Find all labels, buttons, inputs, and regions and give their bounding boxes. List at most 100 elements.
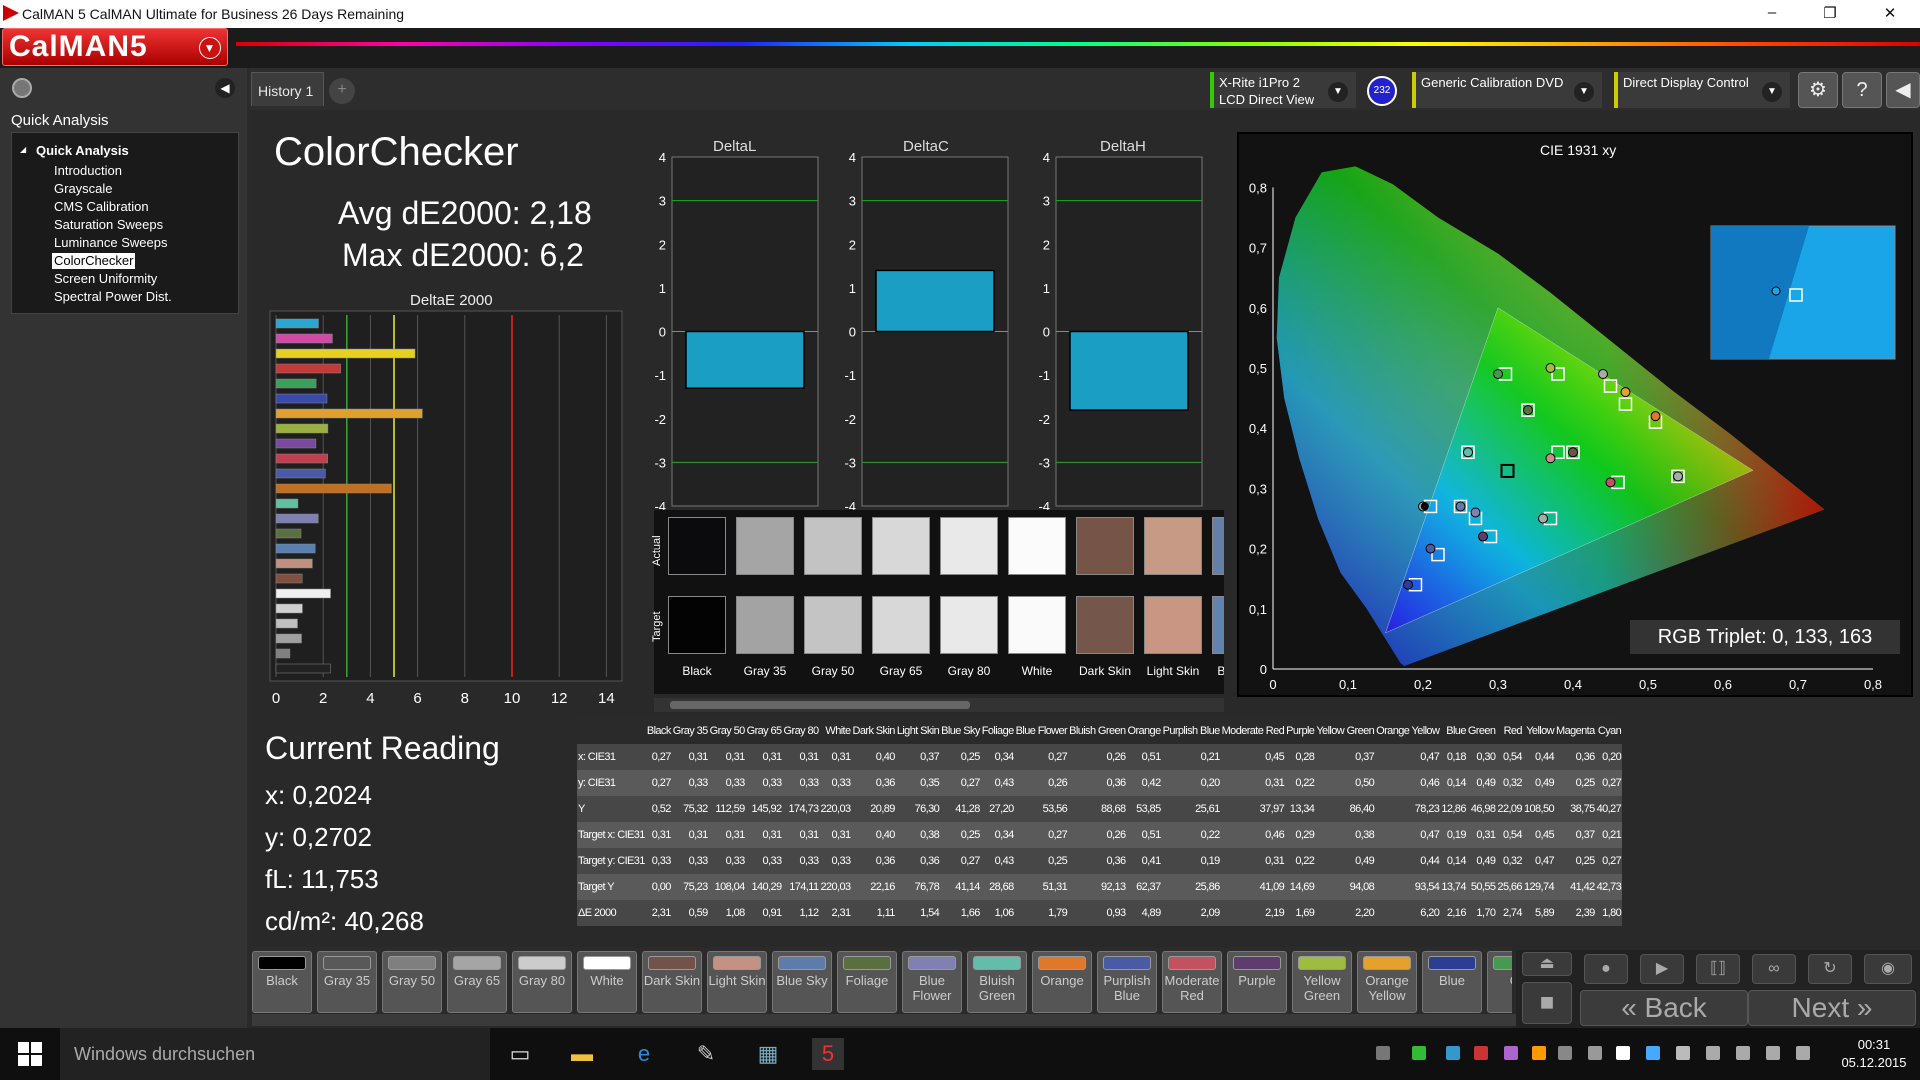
y-tick-label: 4 bbox=[849, 150, 856, 165]
tray-icon-1[interactable] bbox=[1376, 1046, 1390, 1060]
actual-marker bbox=[1605, 477, 1616, 488]
read-series-icon[interactable]: ⟦⟧ bbox=[1696, 954, 1740, 984]
sidebar-item-grayscale[interactable]: Grayscale bbox=[52, 181, 115, 197]
chevron-down-icon[interactable]: ▼ bbox=[1328, 82, 1348, 102]
collapse-right-icon[interactable]: ◀ bbox=[1886, 72, 1920, 108]
patch-button[interactable]: Foliage bbox=[837, 951, 897, 1013]
keyboard-icon[interactable] bbox=[1766, 1046, 1780, 1060]
volume-icon[interactable] bbox=[1736, 1046, 1750, 1060]
patch-button[interactable]: Purplish Blue bbox=[1097, 951, 1157, 1013]
restore-icon[interactable]: ❐ bbox=[1820, 4, 1840, 22]
stop-square-icon[interactable]: ■ bbox=[1522, 982, 1572, 1024]
patch-strip-scrollbar[interactable] bbox=[252, 1014, 1516, 1026]
patch-button[interactable]: Moderate Red bbox=[1162, 951, 1222, 1013]
tray-icon-6[interactable] bbox=[1532, 1046, 1546, 1060]
patch-button[interactable]: Blue Flower bbox=[902, 951, 962, 1013]
table-cell: 22,09 bbox=[1496, 796, 1523, 822]
table-header: Moderate Red bbox=[1220, 718, 1286, 744]
patch-color-chip bbox=[258, 956, 306, 970]
windows-start-icon[interactable] bbox=[18, 1042, 42, 1066]
table-cell: 0,31 bbox=[645, 822, 672, 848]
patch-button[interactable]: Gray 65 bbox=[447, 951, 507, 1013]
patch-label: Dark Skin bbox=[643, 973, 701, 988]
patch-button[interactable]: Orange Yellow bbox=[1357, 951, 1417, 1013]
sidebar-item-introduction[interactable]: Introduction bbox=[52, 163, 124, 179]
patch-button[interactable]: Yellow Green bbox=[1292, 951, 1352, 1013]
paint-app-icon[interactable]: ✎ bbox=[690, 1038, 722, 1070]
taskbar-search[interactable]: Windows durchsuchen bbox=[60, 1028, 490, 1080]
eject-icon[interactable]: ⏏ bbox=[1522, 952, 1572, 976]
chevron-down-icon[interactable]: ▼ bbox=[1574, 82, 1594, 102]
help-icon[interactable]: ? bbox=[1842, 72, 1882, 108]
table-cell: 13,34 bbox=[1285, 796, 1316, 822]
chevron-down-icon[interactable]: ▼ bbox=[1762, 82, 1782, 102]
next-button[interactable]: Next » bbox=[1748, 990, 1916, 1026]
record-icon[interactable]: ◉ bbox=[1864, 954, 1912, 984]
stop-icon[interactable]: ● bbox=[1584, 954, 1628, 984]
patch-button[interactable]: Black bbox=[252, 951, 312, 1013]
sidebar-item-saturation-sweeps[interactable]: Saturation Sweeps bbox=[52, 217, 165, 233]
calculator-app-icon[interactable]: ▦ bbox=[752, 1038, 784, 1070]
tray-icon-7[interactable] bbox=[1558, 1046, 1572, 1060]
patch-button[interactable]: Purple bbox=[1227, 951, 1287, 1013]
sidebar-item-screen-uniformity[interactable]: Screen Uniformity bbox=[52, 271, 159, 287]
edge-browser-icon[interactable]: e bbox=[628, 1038, 660, 1070]
table-cell: 0,49 bbox=[1466, 770, 1497, 796]
collapse-left-icon[interactable]: ◀ bbox=[215, 78, 235, 98]
tree-expand-icon[interactable]: ◢ bbox=[20, 145, 26, 154]
tree-root[interactable]: Quick Analysis bbox=[36, 143, 129, 158]
display-selector[interactable]: Direct Display Control ▼ bbox=[1614, 72, 1790, 108]
settings-gear-icon[interactable]: ⚙ bbox=[1798, 72, 1838, 108]
meter-reading-badge[interactable]: 232 bbox=[1367, 76, 1397, 106]
sidebar-item-spectral-power[interactable]: Spectral Power Dist. bbox=[52, 289, 174, 305]
tray-icon-5[interactable] bbox=[1504, 1046, 1518, 1060]
display-name: Direct Display Control bbox=[1623, 75, 1749, 90]
back-button[interactable]: « Back bbox=[1580, 990, 1748, 1026]
tray-icon-10[interactable] bbox=[1646, 1046, 1660, 1060]
network-icon[interactable] bbox=[1706, 1046, 1720, 1060]
scroll-thumb[interactable] bbox=[670, 701, 970, 709]
notification-icon[interactable] bbox=[1796, 1046, 1810, 1060]
meter-selector[interactable]: X-Rite i1Pro 2 LCD Direct View ▼ bbox=[1210, 72, 1356, 108]
calman-taskbar-icon[interactable]: 5 bbox=[812, 1038, 844, 1070]
patch-button[interactable]: Light Skin bbox=[707, 951, 767, 1013]
chevron-down-icon[interactable]: ▼ bbox=[199, 37, 221, 59]
tray-icon-8[interactable] bbox=[1588, 1046, 1602, 1060]
status-dot-icon[interactable] bbox=[12, 78, 32, 98]
patch-button[interactable]: Gr bbox=[1487, 951, 1512, 1013]
tray-icon-4[interactable] bbox=[1474, 1046, 1488, 1060]
calman-logo-menu[interactable]: CalMAN5 ▼ bbox=[2, 28, 228, 66]
task-view-icon[interactable]: ▭ bbox=[504, 1038, 536, 1070]
tab-history-1[interactable]: History 1 bbox=[251, 72, 324, 106]
close-icon[interactable]: ✕ bbox=[1880, 4, 1900, 22]
continuous-icon[interactable]: ∞ bbox=[1752, 954, 1796, 984]
patch-button[interactable]: Gray 80 bbox=[512, 951, 572, 1013]
tray-icon-9[interactable] bbox=[1616, 1046, 1630, 1060]
sidebar-item-colorchecker[interactable]: ColorChecker bbox=[52, 253, 136, 269]
file-explorer-icon[interactable]: ▬ bbox=[566, 1038, 598, 1070]
patch-button[interactable]: Blue Sky bbox=[772, 951, 832, 1013]
patch-button[interactable]: Blue bbox=[1422, 951, 1482, 1013]
play-icon[interactable]: ▶ bbox=[1640, 954, 1684, 984]
minimize-icon[interactable]: – bbox=[1762, 4, 1782, 21]
refresh-icon[interactable]: ↻ bbox=[1808, 954, 1852, 984]
patch-button[interactable]: Gray 35 bbox=[317, 951, 377, 1013]
back-label: Back bbox=[1644, 992, 1707, 1023]
add-tab-button[interactable]: + bbox=[329, 78, 355, 104]
swatch-scrollbar[interactable] bbox=[654, 698, 1224, 712]
tray-icon-2[interactable] bbox=[1412, 1046, 1426, 1060]
y-tick-label: -1 bbox=[1038, 368, 1050, 383]
sidebar-item-cms-calibration[interactable]: CMS Calibration bbox=[52, 199, 151, 215]
tray-icon-3[interactable] bbox=[1446, 1046, 1460, 1060]
patch-button[interactable]: Gray 50 bbox=[382, 951, 442, 1013]
source-selector[interactable]: Generic Calibration DVD ▼ bbox=[1412, 72, 1602, 108]
taskbar-clock[interactable]: 00:31 05.12.2015 bbox=[1830, 1036, 1918, 1072]
patch-button[interactable]: White bbox=[577, 951, 637, 1013]
patch-button[interactable]: Dark Skin bbox=[642, 951, 702, 1013]
y-tick-label: -1 bbox=[844, 368, 856, 383]
patch-label: Purplish bbox=[1103, 973, 1151, 988]
patch-button[interactable]: Bluish Green bbox=[967, 951, 1027, 1013]
patch-button[interactable]: Orange bbox=[1032, 951, 1092, 1013]
battery-icon[interactable] bbox=[1676, 1046, 1690, 1060]
sidebar-item-luminance-sweeps[interactable]: Luminance Sweeps bbox=[52, 235, 169, 251]
